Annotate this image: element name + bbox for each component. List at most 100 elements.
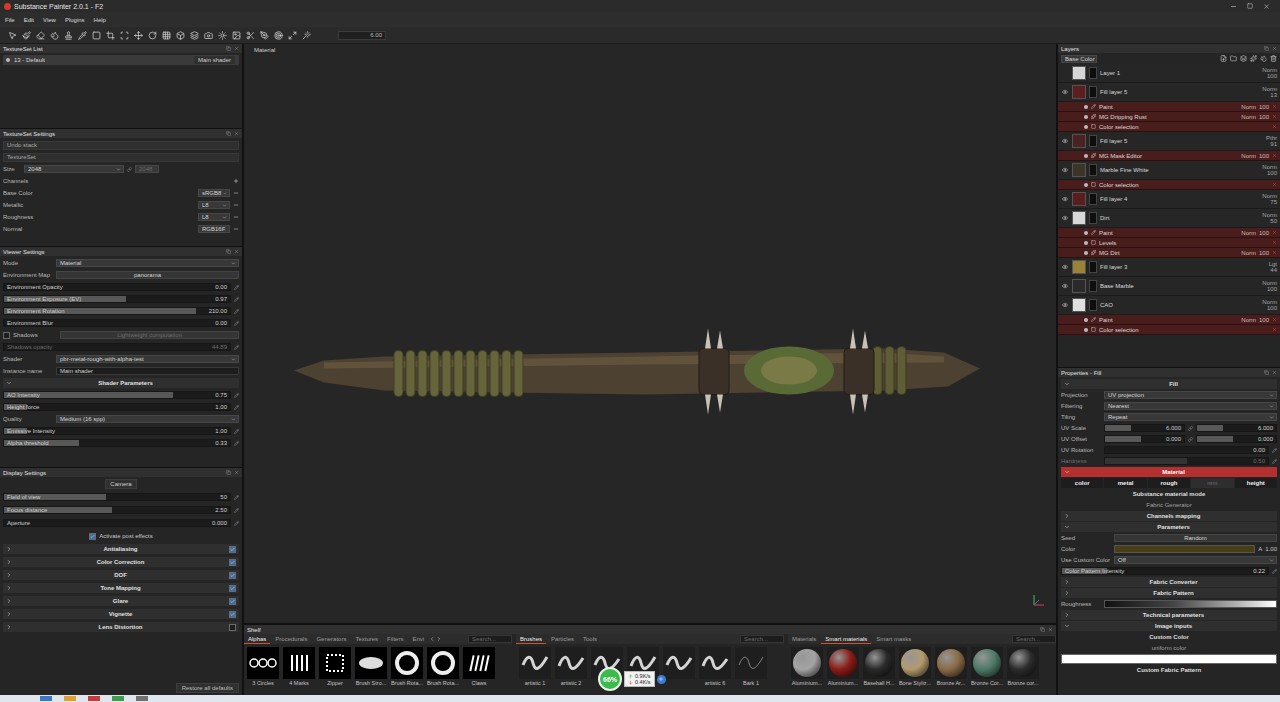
- edit-icon[interactable]: [234, 429, 239, 434]
- remove-channel-icon[interactable]: [233, 190, 239, 196]
- blend-info[interactable]: Pthr91: [1266, 135, 1277, 147]
- effect-row[interactable]: PaintNorm100: [1058, 315, 1280, 325]
- layer-row[interactable]: CAONorm100: [1058, 296, 1280, 315]
- alpha-thumbnail[interactable]: [247, 647, 279, 679]
- section-header[interactable]: Technical parameters: [1061, 610, 1277, 620]
- blend-info[interactable]: Norm75: [1262, 193, 1277, 205]
- image-input-swatch[interactable]: [1061, 654, 1277, 664]
- tool-button[interactable]: [90, 29, 103, 42]
- gradient-bar[interactable]: [1104, 600, 1277, 608]
- edit-icon[interactable]: [234, 285, 239, 290]
- alpha-thumbnail[interactable]: [427, 647, 459, 679]
- shelf-tab[interactable]: Alphas: [244, 635, 270, 644]
- tool-button[interactable]: [146, 29, 159, 42]
- tool-button[interactable]: [216, 29, 229, 42]
- brush-thumbnail[interactable]: [555, 647, 587, 679]
- remove-channel-icon[interactable]: [233, 226, 239, 232]
- effect-toggle[interactable]: [1084, 251, 1088, 255]
- channel-toggle[interactable]: rough: [1148, 478, 1190, 488]
- shelf-item[interactable]: Bark 1: [734, 647, 768, 686]
- blend-info[interactable]: Norm100: [1262, 67, 1277, 79]
- channel-toggle[interactable]: color: [1061, 478, 1103, 488]
- section-header[interactable]: Parameters: [1061, 522, 1277, 532]
- shelf-item[interactable]: Bronze cor...: [1006, 647, 1040, 686]
- checkbox[interactable]: [229, 611, 236, 618]
- slider[interactable]: 0.00: [1104, 446, 1269, 454]
- close-icon[interactable]: [1272, 46, 1277, 51]
- tool-button[interactable]: [104, 29, 117, 42]
- close-icon[interactable]: [1048, 627, 1053, 632]
- layer-tool-icon[interactable]: [1260, 55, 1267, 62]
- effect-section[interactable]: Glare: [3, 596, 239, 606]
- menu-item[interactable]: Edit: [24, 17, 34, 23]
- remove-effect-icon[interactable]: [1272, 153, 1277, 158]
- layer-row[interactable]: Layer 1Norm100: [1058, 64, 1280, 83]
- visibility-toggle[interactable]: [1061, 196, 1069, 202]
- textureset-name-field[interactable]: TextureSet: [3, 153, 239, 162]
- tool-button[interactable]: [300, 29, 313, 42]
- material-mode-value[interactable]: Fabric Generator: [1061, 500, 1277, 510]
- float-icon[interactable]: [226, 131, 231, 136]
- shelf-item[interactable]: Brush Stro...: [354, 647, 388, 686]
- shelf-tab[interactable]: Materials: [788, 635, 820, 644]
- section-header[interactable]: Fill: [1061, 379, 1277, 389]
- taskbar-app-icon[interactable]: [64, 696, 76, 701]
- alpha-thumbnail[interactable]: [355, 647, 387, 679]
- material-thumbnail[interactable]: [935, 647, 967, 679]
- shelf-item[interactable]: 3 Circles: [246, 647, 280, 686]
- effect-toggle[interactable]: [1084, 105, 1088, 109]
- shader-button[interactable]: Main shader: [193, 55, 236, 65]
- edit-icon[interactable]: [234, 405, 239, 410]
- slider[interactable]: Emissive Intensity1.00: [3, 427, 231, 435]
- search-field[interactable]: Search...: [740, 635, 784, 643]
- remove-effect-icon[interactable]: [1272, 327, 1277, 332]
- shelf-item[interactable]: Baseball H...: [862, 647, 896, 686]
- effect-row[interactable]: PaintNorm100: [1058, 102, 1280, 112]
- slider[interactable]: Focus distance2.50: [3, 506, 231, 514]
- checkbox[interactable]: [229, 585, 236, 592]
- effect-row[interactable]: Color selection: [1058, 180, 1280, 190]
- shelf-tab[interactable]: Particles: [547, 635, 578, 644]
- viewport[interactable]: Material: [244, 44, 1056, 623]
- layer-row[interactable]: Fill layer 3Lgt44: [1058, 258, 1280, 277]
- layer-row[interactable]: Fill layer 5Pthr91: [1058, 132, 1280, 151]
- shelf-tab[interactable]: Procedurals: [271, 635, 311, 644]
- visibility-toggle[interactable]: [1061, 89, 1069, 95]
- remove-effect-icon[interactable]: [1272, 182, 1277, 187]
- edit-icon[interactable]: [234, 508, 239, 513]
- tool-button[interactable]: [258, 29, 271, 42]
- effect-toggle[interactable]: [1084, 115, 1088, 119]
- alpha-thumbnail[interactable]: [463, 647, 495, 679]
- effect-row[interactable]: PaintNorm100: [1058, 228, 1280, 238]
- camera-button[interactable]: Camera: [105, 479, 136, 489]
- layer-row[interactable]: Fill layer 5Norm13: [1058, 83, 1280, 102]
- dropdown[interactable]: UV projection: [1104, 391, 1277, 399]
- effect-section[interactable]: Color Correction: [3, 557, 239, 567]
- remove-channel-icon[interactable]: [233, 202, 239, 208]
- dropdown[interactable]: 2048: [24, 165, 124, 173]
- layer-tool-icon[interactable]: [1220, 55, 1227, 62]
- edit-icon[interactable]: [1272, 459, 1277, 464]
- visibility-toggle[interactable]: [1061, 283, 1069, 289]
- layer-row[interactable]: Base MarbleNorm100: [1058, 277, 1280, 296]
- section-header[interactable]: Fabric Pattern: [1061, 588, 1277, 598]
- checkbox[interactable]: [229, 598, 236, 605]
- blend-info[interactable]: Norm50: [1262, 212, 1277, 224]
- tool-button[interactable]: [230, 29, 243, 42]
- slider[interactable]: Height force1.00: [3, 403, 231, 411]
- undo-stack-button[interactable]: Undo stack: [3, 141, 239, 150]
- material-thumbnail[interactable]: [971, 647, 1003, 679]
- effect-section[interactable]: Antialiasing: [3, 544, 239, 554]
- search-field[interactable]: Search...: [1012, 635, 1056, 643]
- dropdown[interactable]: RGB16F: [198, 225, 230, 233]
- edit-icon[interactable]: [1272, 448, 1277, 453]
- remove-effect-icon[interactable]: [1272, 104, 1277, 109]
- alpha-thumbnail[interactable]: [319, 647, 351, 679]
- effect-row[interactable]: Color selection: [1058, 325, 1280, 335]
- menu-item[interactable]: Plugins: [65, 17, 85, 23]
- channel-toggle[interactable]: nrm: [1191, 478, 1233, 488]
- blend-info[interactable]: Norm100: [1262, 280, 1277, 292]
- shelf-item[interactable]: Claws: [462, 647, 496, 686]
- tool-button[interactable]: [272, 29, 285, 42]
- menu-item[interactable]: View: [43, 17, 56, 23]
